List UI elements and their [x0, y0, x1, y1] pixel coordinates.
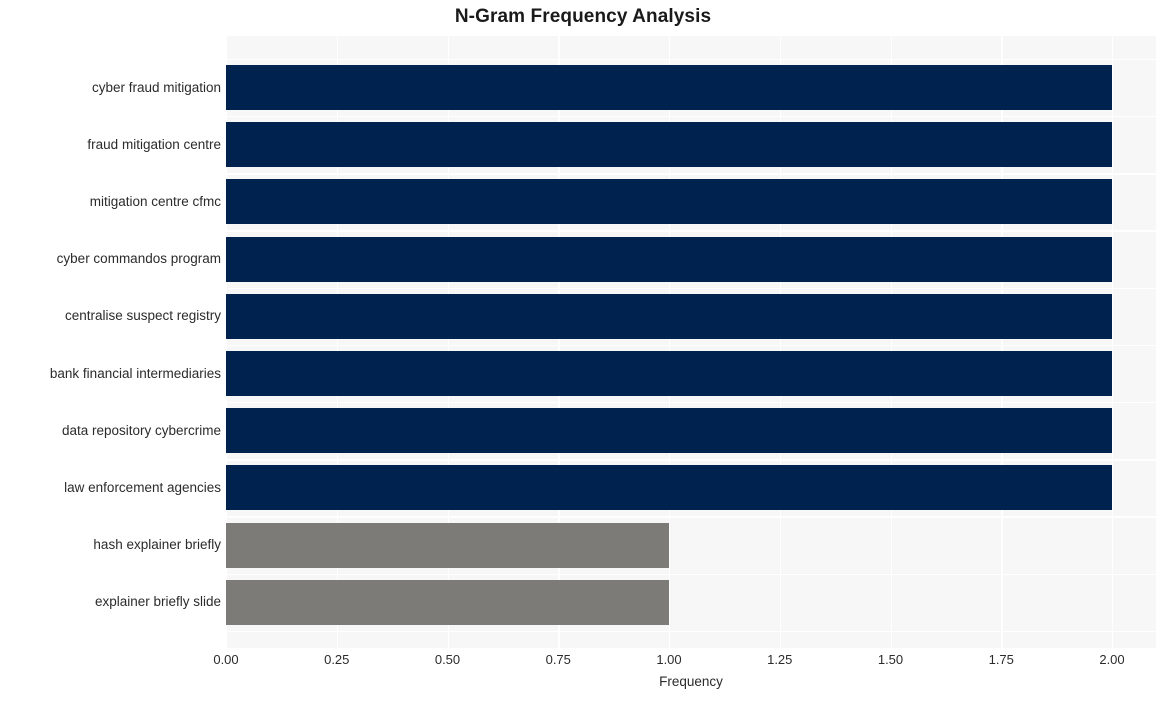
gridline-horizontal [226, 630, 1156, 633]
plot-area [226, 36, 1156, 648]
bar [226, 236, 1112, 282]
bar [226, 293, 1112, 339]
x-axis-tick-label: 1.00 [656, 652, 682, 667]
y-axis-tick-label: hash explainer briefly [93, 537, 221, 553]
y-axis-tick-label: centralise suspect registry [64, 308, 221, 324]
y-axis-tick-label: mitigation centre cfmc [89, 193, 221, 209]
x-axis-tick-label: 1.25 [767, 652, 793, 667]
x-axis-tick-label: 1.75 [988, 652, 1014, 667]
bar [226, 408, 1112, 454]
y-axis-tick-label: law enforcement agencies [64, 479, 221, 495]
x-axis-tick-labels: 0.00 0.25 0.50 0.75 1.00 1.25 1.50 1.75 2.00 [0, 652, 1166, 672]
y-axis-tick-label: cyber commandos program [56, 251, 221, 267]
gridline-horizontal [226, 573, 1156, 575]
gridline-vertical [1112, 36, 1114, 648]
y-axis-tick-label: bank financial intermediaries [49, 365, 221, 381]
y-axis-tick-labels: cyber fraud mitigation fraud mitigation c… [0, 36, 221, 648]
bar [226, 465, 1112, 511]
bar [226, 579, 669, 625]
x-axis-title: Frequency [659, 674, 723, 689]
x-axis-tick-label: 0.00 [213, 652, 239, 667]
bar [226, 179, 1112, 225]
gridline-horizontal [226, 230, 1156, 232]
gridline-horizontal [226, 287, 1156, 289]
x-axis-tick-label: 0.50 [434, 652, 461, 667]
bar [226, 522, 669, 568]
y-axis-tick-label: explainer briefly slide [94, 594, 221, 610]
x-axis-tick-label: 0.75 [545, 652, 571, 667]
x-axis-tick-label: 0.25 [324, 652, 350, 667]
chart-figure: N-Gram Frequency Analysis cyber fraud mi… [0, 0, 1166, 701]
gridline-horizontal [226, 116, 1156, 118]
x-axis-tick-label: 1.50 [877, 652, 904, 667]
gridline-horizontal [226, 58, 1156, 61]
bar [226, 65, 1112, 110]
bar [226, 351, 1112, 396]
chart-title: N-Gram Frequency Analysis [454, 6, 712, 27]
gridline-horizontal [226, 459, 1156, 461]
x-axis-tick-label: 2.00 [1099, 652, 1125, 667]
gridline-horizontal [226, 516, 1156, 518]
gridline-horizontal [226, 402, 1156, 404]
gridline-horizontal [226, 173, 1156, 175]
y-axis-tick-label: fraud mitigation centre [87, 136, 221, 152]
bar [226, 122, 1112, 168]
gridline-horizontal [226, 344, 1156, 347]
y-axis-tick-label: cyber fraud mitigation [91, 79, 221, 95]
y-axis-tick-label: data repository cybercrime [61, 422, 221, 438]
